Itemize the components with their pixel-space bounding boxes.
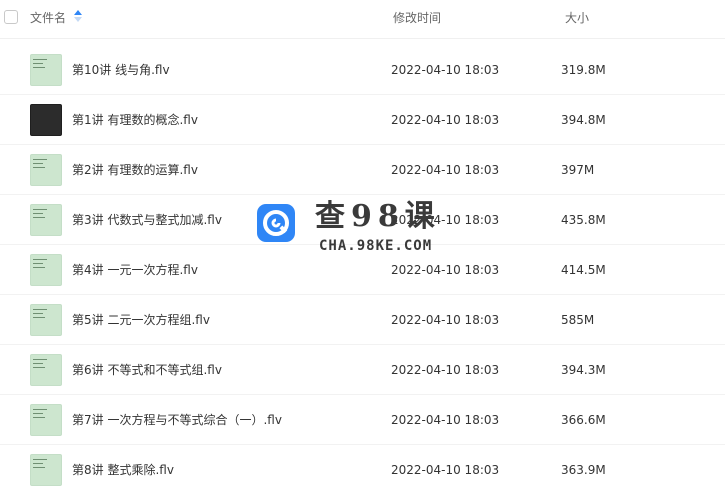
video-thumbnail-icon[interactable] bbox=[30, 204, 62, 236]
column-header-size[interactable]: 大小 bbox=[565, 10, 589, 26]
file-name[interactable]: 第7讲 一次方程与不等式综合（一）.flv bbox=[72, 412, 282, 428]
file-name[interactable]: 第2讲 有理数的运算.flv bbox=[72, 162, 198, 178]
file-row[interactable]: 第7讲 一次方程与不等式综合（一）.flv 2022-04-10 18:03 366… bbox=[0, 395, 725, 445]
file-modified-time: 2022-04-10 18:03 bbox=[391, 63, 500, 77]
file-size: 319.8M bbox=[561, 63, 606, 77]
file-name[interactable]: 第4讲 一元一次方程.flv bbox=[72, 262, 198, 278]
video-thumbnail-icon[interactable] bbox=[30, 404, 62, 436]
video-thumbnail-icon[interactable] bbox=[30, 254, 62, 286]
file-modified-time: 2022-04-10 18:03 bbox=[391, 263, 500, 277]
video-thumbnail-icon[interactable] bbox=[30, 454, 62, 486]
file-modified-time: 2022-04-10 18:03 bbox=[391, 313, 500, 327]
video-thumbnail-icon[interactable] bbox=[30, 104, 62, 136]
file-row[interactable]: 第10讲 线与角.flv 2022-04-10 18:03 319.8M bbox=[0, 45, 725, 95]
file-name[interactable]: 第8讲 整式乘除.flv bbox=[72, 462, 174, 478]
file-row[interactable]: 第6讲 不等式和不等式组.flv 2022-04-10 18:03 394.3M bbox=[0, 345, 725, 395]
list-header: 文件名 修改时间 大小 bbox=[0, 0, 725, 39]
column-header-name-label: 文件名 bbox=[30, 11, 67, 25]
video-thumbnail-icon[interactable] bbox=[30, 54, 62, 86]
file-name[interactable]: 第3讲 代数式与整式加减.flv bbox=[72, 212, 222, 228]
video-thumbnail-icon[interactable] bbox=[30, 354, 62, 386]
column-header-modified[interactable]: 修改时间 bbox=[393, 10, 441, 26]
file-modified-time: 2022-04-10 18:03 bbox=[391, 113, 500, 127]
file-row[interactable]: 第1讲 有理数的概念.flv 2022-04-10 18:03 394.8M bbox=[0, 95, 725, 145]
file-row[interactable]: 第5讲 二元一次方程组.flv 2022-04-10 18:03 585M bbox=[0, 295, 725, 345]
file-row[interactable]: 第8讲 整式乘除.flv 2022-04-10 18:03 363.9M bbox=[0, 445, 725, 491]
file-name[interactable]: 第5讲 二元一次方程组.flv bbox=[72, 312, 210, 328]
file-list: 文件名 修改时间 大小 第10讲 线与角.flv 2022-04-10 18:03… bbox=[0, 0, 725, 491]
file-modified-time: 2022-04-10 18:03 bbox=[391, 363, 500, 377]
watermark-title: 查98课 bbox=[315, 199, 441, 234]
file-modified-time: 2022-04-10 18:03 bbox=[391, 413, 500, 427]
file-size: 366.6M bbox=[561, 413, 606, 427]
file-row[interactable]: 第2讲 有理数的运算.flv 2022-04-10 18:03 397M bbox=[0, 145, 725, 195]
file-name[interactable]: 第10讲 线与角.flv bbox=[72, 62, 170, 78]
file-modified-time: 2022-04-10 18:03 bbox=[391, 163, 500, 177]
video-thumbnail-icon[interactable] bbox=[30, 304, 62, 336]
watermark: 查98课 CHA.98KE.COM bbox=[257, 200, 447, 260]
file-modified-time: 2022-04-10 18:03 bbox=[391, 463, 500, 477]
file-name[interactable]: 第6讲 不等式和不等式组.flv bbox=[72, 362, 222, 378]
sort-asc-icon[interactable] bbox=[73, 9, 82, 26]
column-header-name[interactable]: 文件名 bbox=[30, 9, 82, 27]
file-size: 394.3M bbox=[561, 363, 606, 377]
file-name[interactable]: 第1讲 有理数的概念.flv bbox=[72, 112, 198, 128]
file-size: 585M bbox=[561, 313, 595, 327]
file-size: 394.8M bbox=[561, 113, 606, 127]
file-size: 435.8M bbox=[561, 213, 606, 227]
watermark-logo-icon bbox=[257, 204, 295, 242]
file-size: 397M bbox=[561, 163, 595, 177]
file-size: 414.5M bbox=[561, 263, 606, 277]
file-size: 363.9M bbox=[561, 463, 606, 477]
video-thumbnail-icon[interactable] bbox=[30, 154, 62, 186]
select-all-checkbox[interactable] bbox=[4, 10, 18, 24]
watermark-subtitle: CHA.98KE.COM bbox=[319, 238, 433, 254]
